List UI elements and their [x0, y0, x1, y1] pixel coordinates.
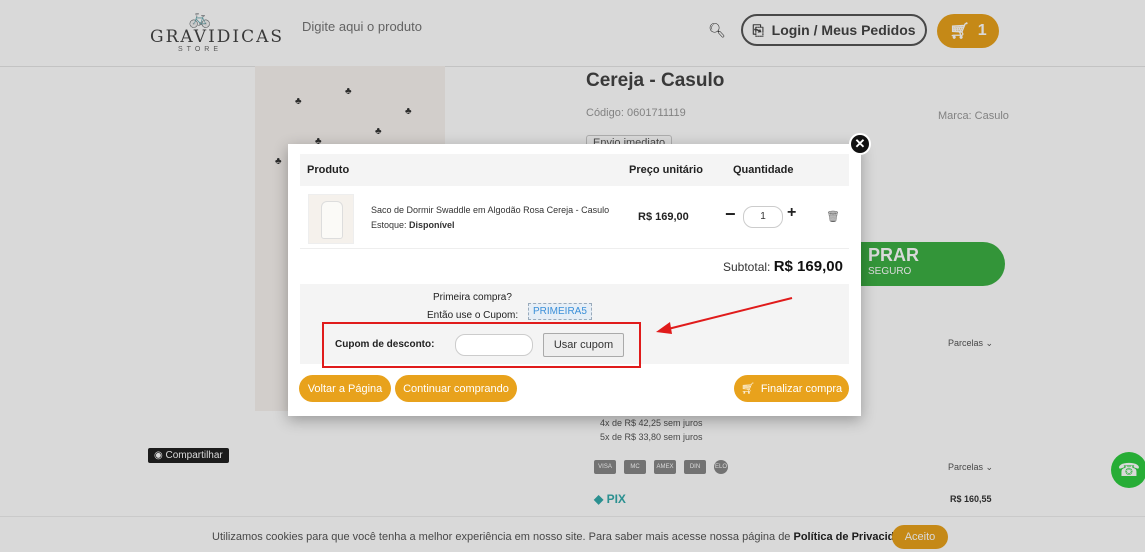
- highlight-arrow: [656, 297, 793, 334]
- qty-decrease-button[interactable]: −: [725, 204, 736, 225]
- item-name[interactable]: Saco de Dormir Swaddle em Algodão Rosa C…: [371, 205, 609, 215]
- use-coupon-text: Então use o Cupom:: [427, 310, 519, 321]
- cart-item-row: Saco de Dormir Swaddle em Algodão Rosa C…: [300, 186, 849, 249]
- trash-icon[interactable]: 🗑︎: [826, 210, 840, 223]
- item-thumbnail[interactable]: [308, 194, 354, 244]
- continue-shopping-button[interactable]: Continuar comprando: [395, 375, 517, 402]
- cart-icon: 🛒︎: [740, 383, 755, 395]
- item-stock: Estoque: Disponível: [371, 220, 455, 230]
- promo-code[interactable]: PRIMEIRA5: [528, 303, 592, 320]
- checkout-button[interactable]: 🛒︎ Finalizar compra: [734, 375, 849, 402]
- back-button[interactable]: Voltar a Página: [299, 375, 391, 402]
- qty-increase-button[interactable]: +: [787, 204, 796, 222]
- highlight-box: [322, 322, 641, 368]
- first-purchase-text: Primeira compra?: [433, 292, 512, 303]
- subtotal: Subtotal: R$ 169,00: [723, 258, 843, 275]
- header-product: Produto: [307, 164, 350, 176]
- item-price: R$ 169,00: [638, 211, 689, 223]
- checkout-label: Finalizar compra: [760, 382, 843, 395]
- cart-modal: Produto Preço unitário Quantidade Saco d…: [288, 144, 861, 416]
- qty-input[interactable]: 1: [743, 206, 783, 228]
- header-unit-price: Preço unitário: [629, 164, 703, 176]
- cart-table-header: Produto Preço unitário Quantidade: [300, 154, 849, 186]
- close-icon[interactable]: ✕: [849, 133, 871, 155]
- header-quantity: Quantidade: [733, 164, 794, 176]
